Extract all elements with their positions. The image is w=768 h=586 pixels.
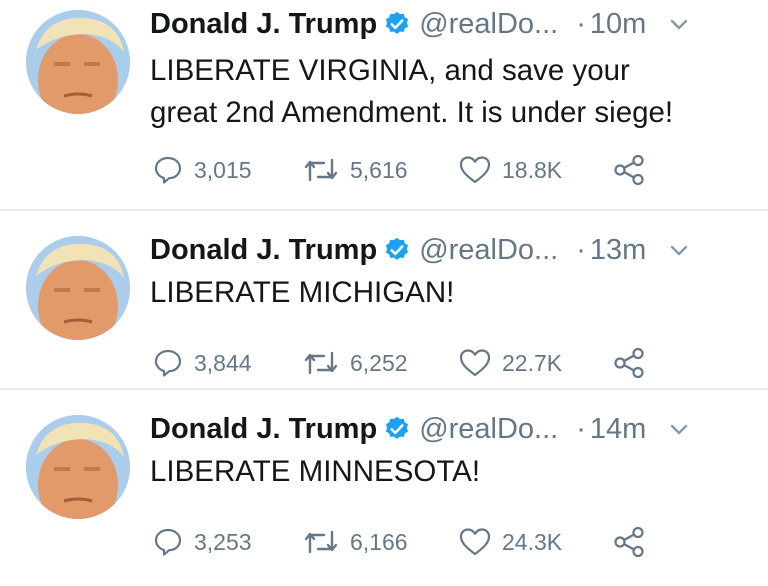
avatar[interactable] <box>26 10 130 114</box>
reply-icon <box>154 156 182 184</box>
reply-icon <box>154 528 182 556</box>
avatar[interactable] <box>26 415 130 519</box>
retweet-button[interactable]: 6,166 <box>302 522 408 562</box>
retweet-button[interactable]: 5,616 <box>302 150 408 190</box>
retweet-icon <box>304 158 338 182</box>
retweet-button[interactable]: 6,252 <box>302 343 408 383</box>
author-name[interactable]: Donald J. Trump <box>150 8 377 41</box>
author-name[interactable]: Donald J. Trump <box>150 413 377 446</box>
reply-button[interactable]: 3,015 <box>152 150 252 190</box>
reply-icon <box>154 349 182 377</box>
tweet-text-line: LIBERATE MINNESOTA! <box>150 455 481 488</box>
share-button[interactable] <box>612 343 646 383</box>
retweet-count: 6,252 <box>350 349 408 376</box>
avatar-image <box>26 415 130 519</box>
chevron-down-icon[interactable] <box>668 239 690 261</box>
reply-count: 3,015 <box>194 156 252 183</box>
tweet-header: Donald J. Trump @realDo... · 14m <box>150 409 750 449</box>
retweet-icon <box>304 530 338 554</box>
chevron-down-icon[interactable] <box>668 418 690 440</box>
tweet-feed: Donald J. Trump @realDo... · 10m LIBERAT… <box>0 0 768 586</box>
reply-count: 3,844 <box>194 349 252 376</box>
share-button[interactable] <box>612 522 646 562</box>
retweet-count: 6,166 <box>350 528 408 555</box>
verified-badge-icon <box>383 415 411 443</box>
tweet-text: LIBERATE MINNESOTA! <box>150 451 750 493</box>
author-name[interactable]: Donald J. Trump <box>150 234 377 267</box>
tweet-text-line: LIBERATE MICHIGAN! <box>150 276 455 309</box>
tweet-header: Donald J. Trump @realDo... · 13m <box>150 230 750 270</box>
tweet-text: LIBERATE VIRGINIA, and save your great 2… <box>150 50 750 134</box>
timestamp[interactable]: 14m <box>590 413 646 446</box>
avatar[interactable] <box>26 236 130 340</box>
timestamp[interactable]: 10m <box>590 8 646 41</box>
verified-badge-icon <box>383 10 411 38</box>
tweet[interactable]: Donald J. Trump @realDo... · 10m LIBERAT… <box>0 0 768 210</box>
reply-button[interactable]: 3,844 <box>152 343 252 383</box>
chevron-down-icon[interactable] <box>668 13 690 35</box>
reply-count: 3,253 <box>194 528 252 555</box>
like-button[interactable]: 22.7K <box>458 343 562 383</box>
avatar-image <box>26 10 130 114</box>
tweet-text-line: great 2nd Amendment. It is under siege! <box>150 96 674 129</box>
tweet-actions: 3,015 5,616 18.8K <box>152 150 752 190</box>
tweet-actions: 3,844 6,252 22.7K <box>152 343 752 383</box>
like-count: 22.7K <box>502 349 563 376</box>
like-button[interactable]: 24.3K <box>458 522 562 562</box>
share-icon <box>614 154 644 186</box>
heart-icon <box>459 156 491 184</box>
reply-button[interactable]: 3,253 <box>152 522 252 562</box>
like-count: 24.3K <box>502 528 563 555</box>
share-icon <box>614 347 644 379</box>
heart-icon <box>459 349 491 377</box>
author-handle[interactable]: @realDo... <box>419 413 558 446</box>
separator-dot: · <box>576 233 586 266</box>
separator-dot: · <box>576 412 586 445</box>
like-button[interactable]: 18.8K <box>458 150 562 190</box>
verified-badge-icon <box>383 236 411 264</box>
tweet-actions: 3,253 6,166 24.3K <box>152 522 752 562</box>
like-count: 18.8K <box>502 156 563 183</box>
retweet-count: 5,616 <box>350 156 408 183</box>
tweet-text-line: LIBERATE VIRGINIA, and save your <box>150 54 630 87</box>
tweet-text: LIBERATE MICHIGAN! <box>150 272 750 314</box>
heart-icon <box>459 528 491 556</box>
share-icon <box>614 526 644 558</box>
avatar-image <box>26 236 130 340</box>
tweet[interactable]: Donald J. Trump @realDo... · 14m LIBERAT… <box>0 389 768 586</box>
timestamp[interactable]: 13m <box>590 234 646 267</box>
retweet-icon <box>304 351 338 375</box>
separator-dot: · <box>576 7 586 40</box>
author-handle[interactable]: @realDo... <box>419 234 558 267</box>
author-handle[interactable]: @realDo... <box>419 8 558 41</box>
share-button[interactable] <box>612 150 646 190</box>
tweet[interactable]: Donald J. Trump @realDo... · 13m LIBERAT… <box>0 210 768 389</box>
tweet-header: Donald J. Trump @realDo... · 10m <box>150 4 750 44</box>
